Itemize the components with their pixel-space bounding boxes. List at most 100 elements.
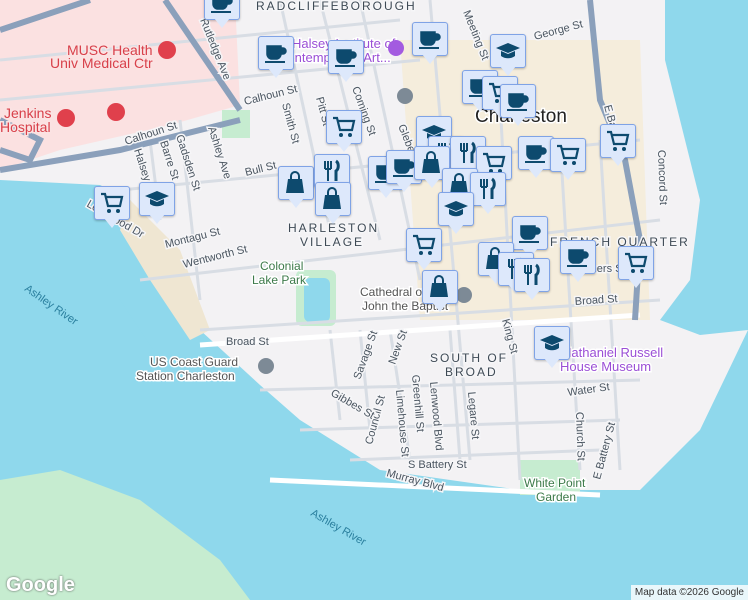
map-marker-coffee[interactable] [518, 136, 554, 180]
map-marker-fork[interactable] [470, 172, 506, 216]
map-marker-coffee[interactable] [500, 84, 536, 128]
coffee-icon [335, 49, 357, 67]
map-marker-cart[interactable] [550, 138, 586, 182]
marker-box [512, 216, 548, 250]
label-broad: BROAD [445, 365, 498, 379]
map-marker-bag[interactable] [422, 270, 458, 314]
map-marker-bag[interactable] [278, 166, 314, 210]
marker-pointer [432, 302, 448, 312]
map-attribution[interactable]: Map data ©2026 Google [630, 585, 748, 600]
map-canvas[interactable]: RADCLIFFEBOROUGH HARLESTON VILLAGE FRENC… [0, 0, 748, 600]
marker-pointer [338, 72, 354, 82]
hospital-icon[interactable] [57, 109, 75, 127]
poi-coast-guard[interactable]: US Coast Guard [149, 354, 240, 371]
map-marker-cart[interactable] [600, 124, 636, 168]
cart-icon [333, 116, 356, 137]
poi-russell-house[interactable]: Nathaniel Russell [561, 344, 665, 362]
museum-icon[interactable] [388, 40, 404, 56]
marker-box [550, 138, 586, 172]
bag-icon [430, 275, 448, 297]
marker-pointer [268, 68, 284, 78]
poi-russell-house[interactable]: House Museum [559, 358, 653, 376]
marker-box [618, 246, 654, 280]
school-icon[interactable] [397, 88, 413, 104]
marker-pointer [610, 156, 626, 166]
marker-box [406, 228, 442, 262]
marker-pointer [524, 290, 540, 300]
map-marker-cart[interactable] [618, 246, 654, 290]
marker-box [600, 124, 636, 158]
hospital-icon[interactable] [158, 41, 176, 59]
street-label: Church St [573, 412, 587, 461]
marker-pointer [396, 182, 412, 192]
poi-colonial-lake[interactable]: Colonial [259, 258, 305, 275]
coffee-icon [507, 93, 529, 111]
map-marker-coffee[interactable] [560, 240, 596, 284]
map-marker-graduation[interactable] [438, 192, 474, 236]
marker-pointer [500, 66, 516, 76]
marker-pointer [422, 54, 438, 64]
marker-box [315, 182, 351, 216]
map-marker-cart[interactable] [406, 228, 442, 272]
map-marker-bag[interactable] [315, 182, 351, 226]
poi-jenkins[interactable]: Hospital [0, 118, 52, 137]
label-village: VILLAGE [300, 235, 364, 249]
graduation-icon [496, 43, 520, 59]
marker-pointer [149, 214, 165, 224]
restaurant-icon [480, 177, 496, 199]
marker-pointer [544, 358, 560, 368]
cooper-river-water [660, 0, 748, 335]
marker-pointer [570, 272, 586, 282]
restaurant-icon [524, 263, 540, 285]
label-radcliffeborough: RADCLIFFEBOROUGH [256, 0, 417, 13]
map-marker-coffee[interactable] [204, 0, 240, 30]
marker-pointer [560, 170, 576, 180]
cart-icon [557, 144, 580, 165]
cart-icon [413, 234, 436, 255]
map-marker-coffee[interactable] [258, 36, 294, 80]
marker-pointer [325, 214, 341, 224]
label-south-of: SOUTH OF [430, 351, 508, 365]
church-icon[interactable] [456, 287, 472, 303]
map-marker-cart[interactable] [326, 110, 362, 154]
map-marker-coffee[interactable] [328, 40, 364, 84]
graduation-icon [145, 191, 169, 207]
marker-box [500, 84, 536, 118]
marker-pointer [336, 142, 352, 152]
marker-box [258, 36, 294, 70]
government-icon[interactable] [258, 358, 274, 374]
coffee-icon [419, 31, 441, 49]
graduation-icon [540, 335, 564, 351]
street-label: Smith St [279, 102, 301, 145]
marker-pointer [104, 218, 120, 228]
map-marker-coffee[interactable] [412, 22, 448, 66]
map-marker-graduation[interactable] [534, 326, 570, 370]
map-marker-graduation[interactable] [139, 182, 175, 226]
street-label: Concord St [655, 150, 669, 205]
marker-box [560, 240, 596, 274]
marker-box [518, 136, 554, 170]
poi-white-point-garden[interactable]: Garden [535, 489, 578, 506]
bag-icon [286, 171, 304, 193]
marker-pointer [214, 18, 230, 28]
coffee-icon [519, 225, 541, 243]
marker-pointer [510, 116, 526, 126]
hospital-icon[interactable] [107, 103, 125, 121]
marker-box [139, 182, 175, 216]
marker-pointer [416, 260, 432, 270]
street-label: Gibbes St [329, 387, 377, 422]
map-marker-cart[interactable] [94, 186, 130, 230]
street-label: Broad St [226, 336, 269, 348]
colonial-lake [304, 278, 330, 322]
street-label: George St [533, 18, 585, 43]
marker-box [438, 192, 474, 226]
marker-box [204, 0, 240, 20]
coffee-icon [567, 249, 589, 267]
marker-box [422, 270, 458, 304]
poi-coast-guard[interactable]: Station Charleston [135, 368, 237, 385]
marker-pointer [424, 178, 440, 188]
poi-white-point-garden[interactable]: White Point [523, 475, 588, 492]
poi-musc[interactable]: Univ Medical Ctr [49, 54, 155, 73]
map-marker-fork[interactable] [514, 258, 550, 302]
poi-colonial-lake[interactable]: Lake Park [251, 272, 309, 289]
